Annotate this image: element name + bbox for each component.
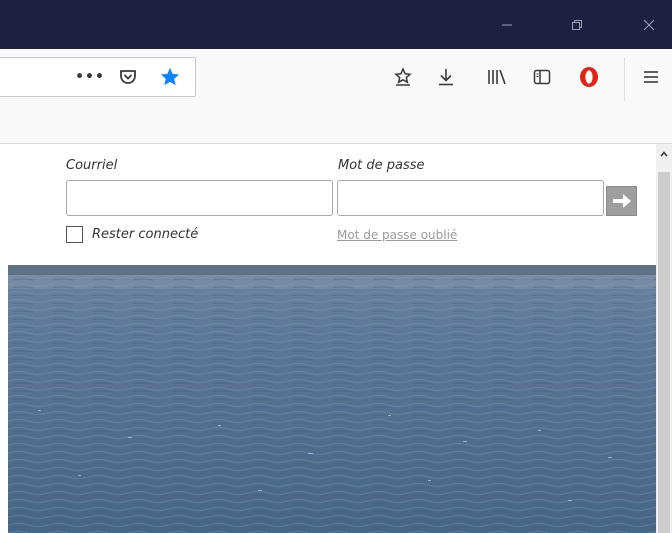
bookmarks-menu-button[interactable] bbox=[390, 64, 416, 90]
restore-icon bbox=[572, 19, 582, 30]
sidebar-icon bbox=[533, 69, 551, 85]
restore-button[interactable] bbox=[554, 0, 600, 49]
hamburger-menu-icon bbox=[644, 71, 658, 83]
page-actions-button[interactable]: ••• bbox=[75, 64, 105, 90]
email-field[interactable] bbox=[66, 180, 333, 216]
login-submit-button[interactable] bbox=[606, 186, 637, 216]
bookmarks-menu-icon bbox=[394, 67, 412, 86]
close-icon bbox=[643, 19, 655, 30]
remember-me-label: Rester connecté bbox=[92, 227, 199, 242]
opera-extension-button[interactable] bbox=[576, 64, 602, 90]
downloads-icon bbox=[439, 69, 453, 86]
library-icon bbox=[488, 69, 506, 85]
window-titlebar bbox=[0, 0, 672, 49]
bookmarks-toolbar bbox=[0, 108, 672, 144]
minimize-button[interactable] bbox=[484, 0, 530, 49]
opera-icon bbox=[580, 67, 598, 87]
remember-me-checkbox[interactable] bbox=[66, 226, 83, 243]
forgot-password-link[interactable]: Mot de passe oublié bbox=[337, 228, 457, 242]
toolbar-separator bbox=[624, 57, 625, 101]
sidebar-button[interactable] bbox=[529, 64, 555, 90]
page-scrollbar[interactable] bbox=[656, 144, 672, 533]
app-menu-button[interactable] bbox=[638, 64, 664, 90]
url-bar[interactable]: ••• bbox=[0, 57, 196, 97]
lake-photo bbox=[8, 265, 656, 533]
pocket-icon bbox=[120, 70, 136, 84]
email-label: Courriel bbox=[66, 158, 118, 173]
arrow-right-icon bbox=[612, 194, 631, 208]
library-button[interactable] bbox=[484, 64, 510, 90]
bookmark-star-icon bbox=[160, 67, 180, 86]
downloads-button[interactable] bbox=[433, 64, 459, 90]
pocket-button[interactable] bbox=[115, 64, 141, 90]
scroll-up-button[interactable] bbox=[656, 144, 672, 164]
lake-water-image bbox=[8, 265, 656, 533]
password-label: Mot de passe bbox=[338, 158, 425, 173]
bookmark-star-button[interactable] bbox=[157, 64, 183, 90]
scroll-thumb[interactable] bbox=[658, 172, 670, 533]
more-actions-icon: ••• bbox=[75, 69, 105, 85]
close-button[interactable] bbox=[626, 0, 672, 49]
chevron-up-icon bbox=[660, 151, 668, 157]
page-content: Courriel Mot de passe Rester connecté Mo… bbox=[0, 144, 656, 533]
password-field[interactable] bbox=[337, 180, 604, 216]
minimize-icon bbox=[502, 24, 512, 25]
